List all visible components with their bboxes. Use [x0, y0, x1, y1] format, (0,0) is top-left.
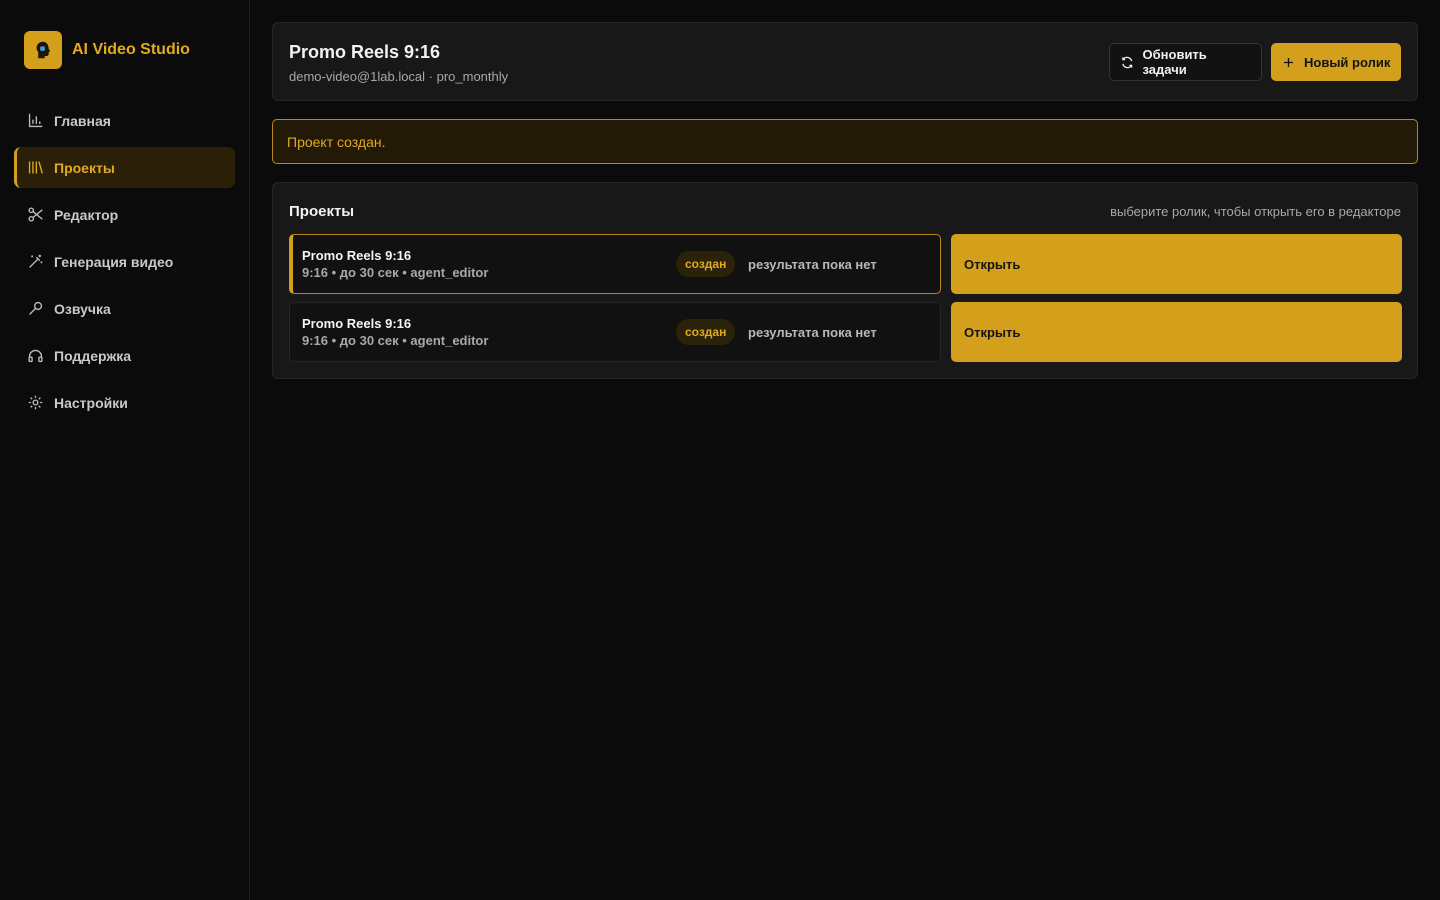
sidebar-item-label: Генерация видео [54, 253, 174, 270]
app-title: AI Video Studio [72, 41, 190, 58]
page-header: Promo Reels 9:16 demo-video@1lab.local ·… [272, 22, 1418, 101]
new-video-button[interactable]: Новый ролик [1271, 43, 1401, 81]
sidebar-item-support[interactable]: Поддержка [14, 335, 235, 376]
sidebar-item-projects[interactable]: Проекты [14, 147, 235, 188]
plus-icon [1284, 57, 1293, 67]
project-result: результата пока нет [748, 257, 877, 272]
projects-title: Проекты [289, 203, 355, 220]
refresh-icon [1122, 56, 1133, 68]
sidebar-item-settings[interactable]: Настройки [14, 382, 235, 423]
sidebar-item-editor[interactable]: Редактор [14, 194, 235, 235]
status-badge: создан [676, 251, 736, 277]
library-icon [26, 159, 44, 177]
open-project-button[interactable]: Открыть [951, 302, 1402, 362]
projects-hint: выберите ролик, чтобы открыть его в реда… [1110, 204, 1401, 219]
bar-chart-icon [26, 112, 44, 130]
new-video-label: Новый ролик [1304, 54, 1391, 70]
sidebar-item-label: Главная [54, 112, 111, 129]
sidebar-item-label: Озвучка [54, 300, 111, 317]
head-icon [24, 31, 62, 69]
magic-wand-icon [26, 253, 44, 271]
project-row[interactable]: Promo Reels 9:16 9:16 • до 30 сек • agen… [289, 234, 941, 294]
sidebar-nav: Главная Проекты Редактор Генерация видео… [14, 100, 235, 429]
sidebar: AI Video Studio Главная Проекты Редактор… [0, 0, 250, 900]
project-result: результата пока нет [748, 325, 877, 340]
open-project-button[interactable]: Открыть [951, 234, 1402, 294]
refresh-tasks-button[interactable]: Обновить задачи [1109, 43, 1262, 81]
project-name: Promo Reels 9:16 [302, 316, 412, 331]
sidebar-item-label: Редактор [54, 206, 119, 223]
sidebar-item-voiceover[interactable]: Озвучка [14, 288, 235, 329]
gear-icon [26, 394, 44, 412]
sidebar-item-video-generation[interactable]: Генерация видео [14, 241, 235, 282]
success-alert: Проект создан. [272, 119, 1418, 164]
refresh-tasks-label: Обновить задачи [1142, 47, 1207, 77]
status-badge: создан [676, 319, 736, 345]
sidebar-item-label: Настройки [54, 394, 128, 411]
sidebar-item-label: Проекты [54, 159, 115, 176]
account-info: demo-video@1lab.local · pro_monthly [289, 69, 509, 84]
page-title: Promo Reels 9:16 [289, 42, 441, 62]
project-name: Promo Reels 9:16 [302, 248, 412, 263]
project-meta: 9:16 • до 30 сек • agent_editor [302, 333, 489, 348]
headphones-icon [26, 347, 44, 365]
sidebar-item-home[interactable]: Главная [14, 100, 235, 141]
microphone-icon [26, 300, 44, 318]
brand[interactable]: AI Video Studio [24, 31, 190, 69]
sidebar-item-label: Поддержка [54, 347, 132, 364]
project-meta: 9:16 • до 30 сек • agent_editor [302, 265, 489, 280]
project-row[interactable]: Promo Reels 9:16 9:16 • до 30 сек • agen… [289, 302, 941, 362]
projects-panel: Проекты выберите ролик, чтобы открыть ег… [272, 182, 1418, 379]
scissors-icon [26, 206, 44, 224]
